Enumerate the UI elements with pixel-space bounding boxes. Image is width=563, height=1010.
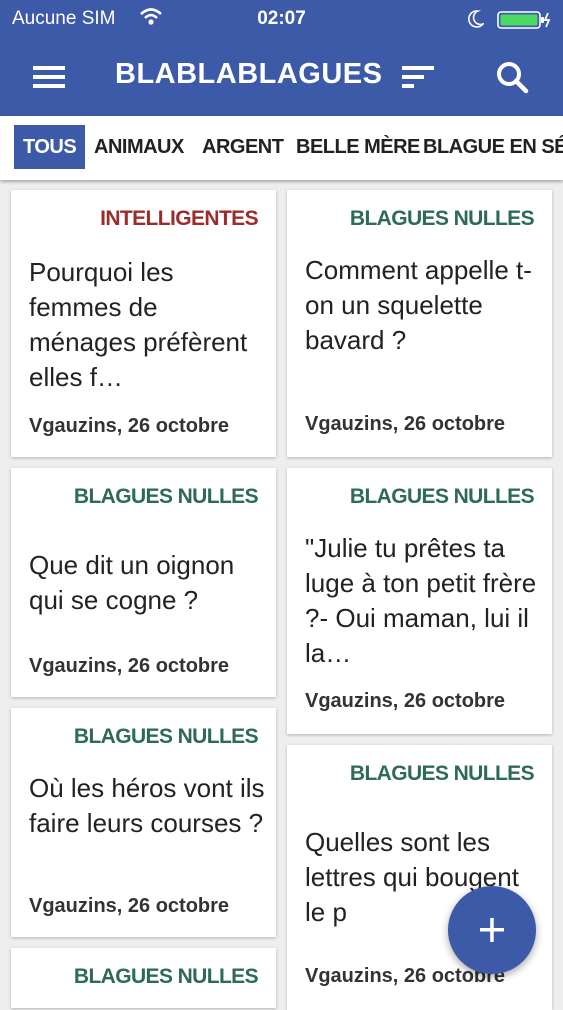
tab-belle-mere[interactable]: BELLE MÈRE: [296, 125, 420, 169]
card-text: Pourquoi les femmes de ménages préfèrent…: [29, 257, 248, 392]
search-icon: [497, 62, 529, 94]
card-author-date: Vgauzins, 26 octobre: [29, 655, 230, 677]
add-joke-button[interactable]: [448, 886, 536, 974]
menu-button[interactable]: [24, 58, 76, 98]
app-header: Aucune SIM 02:07 BLABLABLAGUES: [0, 0, 563, 116]
card-author-date: Vgauzins, 26 octobre: [305, 690, 506, 712]
carrier-label: Aucune SIM: [12, 8, 116, 29]
sort-button[interactable]: [396, 58, 442, 98]
card-author-date: Vgauzins, 26 octobre: [29, 415, 230, 437]
search-button[interactable]: [489, 56, 537, 100]
joke-card[interactable]: BLAGUES NULLES Comment appelle t-on un s…: [287, 190, 552, 457]
card-category: BLAGUES NULLES: [349, 762, 535, 785]
card-author-date: Vgauzins, 26 octobre: [29, 895, 230, 917]
tab-argent[interactable]: ARGENT: [202, 125, 284, 169]
hamburger-icon: [33, 66, 65, 88]
card-author-date: Vgauzins, 26 octobre: [305, 413, 506, 435]
joke-card[interactable]: BLAGUES NULLES: [11, 948, 276, 1008]
joke-card[interactable]: BLAGUES NULLES Que dit un oignon qui se …: [11, 468, 276, 697]
card-category: BLAGUES NULLES: [73, 485, 259, 508]
wifi-icon: [140, 8, 162, 25]
joke-card[interactable]: INTELLIGENTES Pourquoi les femmes de mén…: [11, 190, 276, 457]
card-text: Comment appelle t-on un squelette bavard…: [305, 255, 532, 355]
card-category: BLAGUES NULLES: [349, 207, 535, 230]
card-text: "Julie tu prêtes ta luge à ton petit frè…: [305, 533, 537, 668]
card-text: Où les héros vont ils faire leurs course…: [29, 773, 265, 838]
joke-card[interactable]: BLAGUES NULLES "Julie tu prêtes ta luge …: [287, 468, 552, 734]
sort-icon: [402, 66, 434, 88]
battery-icon: [497, 11, 551, 29]
card-category: INTELLIGENTES: [100, 207, 258, 230]
app-title: BLABLABLAGUES: [115, 58, 383, 90]
category-tabs: TOUS ANIMAUX ARGENT BELLE MÈRE BLAGUE EN…: [0, 116, 563, 180]
card-category: BLAGUES NULLES: [73, 725, 259, 748]
card-category: BLAGUES NULLES: [349, 485, 535, 508]
moon-icon: [468, 10, 484, 28]
status-bar: Aucune SIM 02:07: [0, 0, 563, 38]
card-text: Que dit un oignon qui se cogne ?: [29, 550, 235, 615]
tab-blague-en-serie[interactable]: BLAGUE EN SÉRIE: [423, 125, 563, 169]
tab-animaux[interactable]: ANIMAUX: [94, 125, 184, 169]
tab-tous[interactable]: TOUS: [14, 125, 86, 169]
card-category: BLAGUES NULLES: [73, 965, 259, 988]
plus-icon: [480, 918, 504, 942]
joke-card[interactable]: BLAGUES NULLES Où les héros vont ils fai…: [11, 708, 276, 937]
